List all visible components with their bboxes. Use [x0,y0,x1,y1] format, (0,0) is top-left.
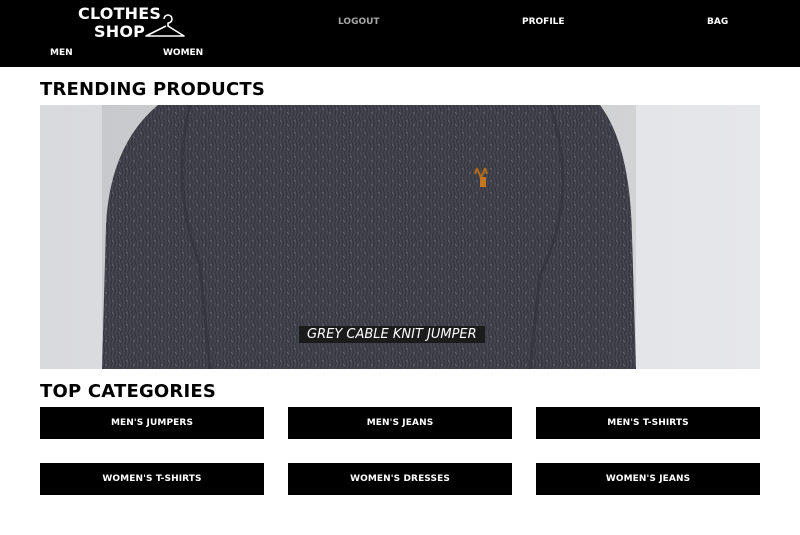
shop-logo[interactable]: CLOTHES SHOP [76,4,188,42]
profile-link[interactable]: PROFILE [522,17,565,27]
category-mens-jumpers-button[interactable]: MEN'S JUMPERS [40,407,264,439]
logo-text-line2: SHOP [94,22,146,41]
top-categories-heading: TOP CATEGORIES [40,381,217,402]
trending-product-banner[interactable]: GREY CABLE KNIT JUMPER [40,105,760,369]
bag-link[interactable]: BAG [707,17,728,27]
category-womens-jeans-button[interactable]: WOMEN'S JEANS [536,463,760,495]
logout-link[interactable]: LOGOUT [338,17,380,27]
women-nav-link[interactable]: WOMEN [163,48,203,58]
category-womens-dresses-button[interactable]: WOMEN'S DRESSES [288,463,512,495]
product-caption[interactable]: GREY CABLE KNIT JUMPER [299,326,485,343]
category-mens-tshirts-button[interactable]: MEN'S T-SHIRTS [536,407,760,439]
category-mens-jeans-button[interactable]: MEN'S JEANS [288,407,512,439]
trending-products-heading: TRENDING PRODUCTS [40,79,266,100]
category-womens-tshirts-button[interactable]: WOMEN'S T-SHIRTS [40,463,264,495]
top-navigation-bar: CLOTHES SHOP LOGOUT PROFILE BAG MEN WOME… [0,0,800,67]
men-nav-link[interactable]: MEN [50,48,73,58]
hanger-icon [145,14,185,37]
